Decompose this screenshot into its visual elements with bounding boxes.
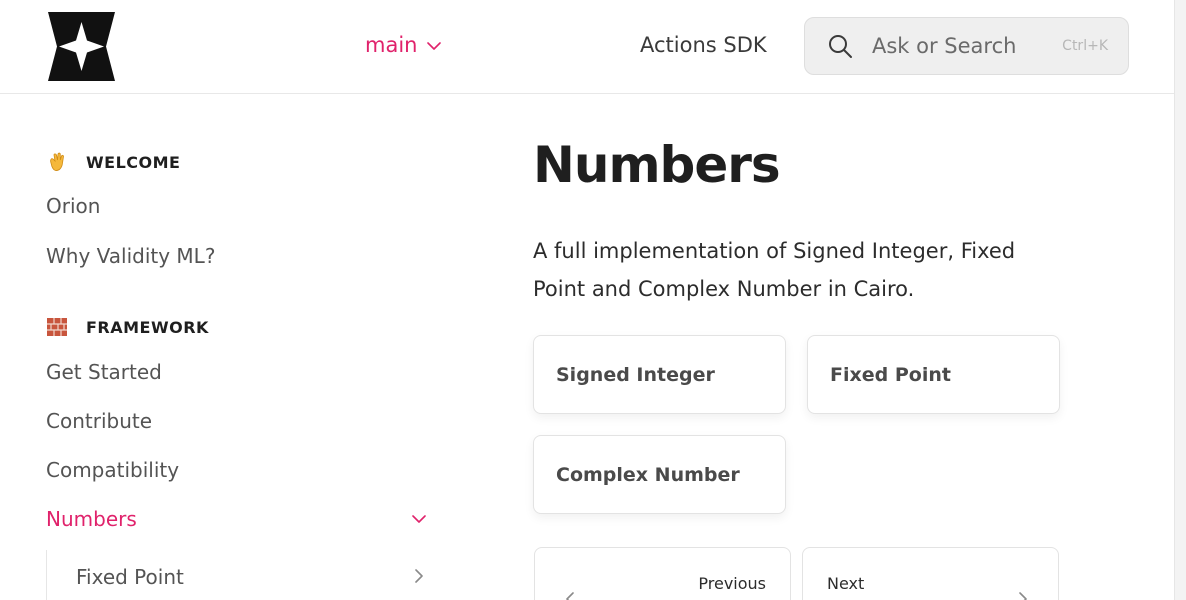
search-placeholder: Ask or Search [872,34,1017,58]
sidebar-item-get-started[interactable]: Get Started [46,360,162,384]
search-shortcut: Ctrl+K [1062,38,1108,54]
previous-label: Previous [698,574,766,593]
sidebar: WELCOME Orion Why Validity ML? FRAMEWORK… [46,94,436,600]
logo-icon[interactable] [46,12,117,81]
subnav-divider [46,550,47,600]
sidebar-item-compatibility[interactable]: Compatibility [46,458,179,482]
sidebar-subitem-fixed-point[interactable]: Fixed Point [76,565,424,589]
sidebar-section-framework: FRAMEWORK [46,316,209,338]
sidebar-item-orion[interactable]: Orion [46,194,100,218]
next-label: Next [827,574,865,593]
card-label: Signed Integer [556,363,715,386]
chevron-right-icon [415,569,423,583]
card-label: Fixed Point [830,363,951,386]
page-description: A full implementation of Signed Integer,… [533,239,1016,301]
section-title-label: FRAMEWORK [86,317,209,337]
chevron-down-icon [412,515,426,523]
search-input[interactable]: Ask or Search Ctrl+K [804,17,1129,75]
top-header: main Actions SDK Ask or Search Ctrl+K [0,0,1174,94]
bricks-icon [46,316,68,338]
page-scrollbar[interactable] [1174,0,1186,600]
chevron-left-icon [566,592,574,600]
sidebar-section-welcome: WELCOME [46,151,180,173]
chevron-down-icon [427,41,442,50]
waving-hand-icon [46,151,68,173]
sidebar-item-numbers[interactable]: Numbers [46,507,426,531]
sidebar-item-contribute[interactable]: Contribute [46,409,152,433]
search-icon [829,35,852,58]
previous-page-button[interactable]: Previous [534,547,791,600]
section-title-label: WELCOME [86,152,181,172]
actions-sdk-link[interactable]: Actions SDK [640,33,767,57]
card-label: Complex Number [556,463,740,486]
page-title: Numbers [533,136,781,194]
card-complex-number[interactable]: Complex Number [533,435,786,514]
sidebar-item-why-validity-ml[interactable]: Why Validity ML? [46,244,215,268]
card-signed-integer[interactable]: Signed Integer [533,335,786,414]
sidebar-item-label: Numbers [46,507,137,531]
card-fixed-point[interactable]: Fixed Point [807,335,1060,414]
sidebar-item-label: Fixed Point [76,565,184,589]
next-page-button[interactable]: Next [802,547,1059,600]
chevron-right-icon [1019,592,1027,600]
version-selector[interactable]: main [365,33,442,57]
version-label: main [365,33,418,57]
